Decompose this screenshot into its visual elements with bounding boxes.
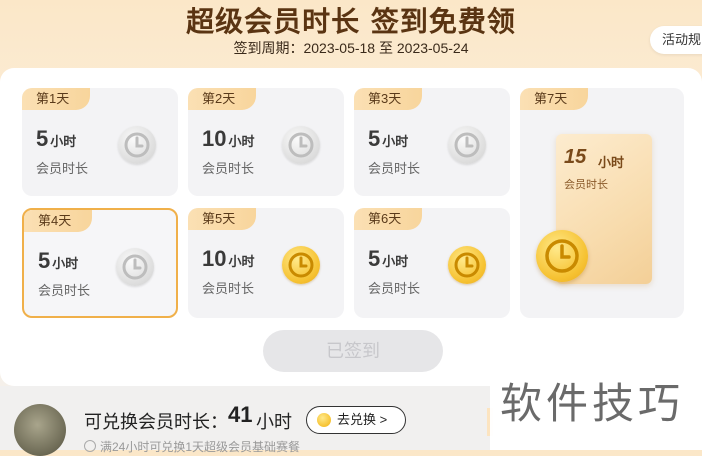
clock-coin-icon xyxy=(536,230,588,282)
day-card-7: 第7天 15 小时 会员时长 xyxy=(520,88,684,318)
reward-description: 会员时长 xyxy=(564,179,608,191)
info-icon xyxy=(84,440,96,452)
day-label: 第5天 xyxy=(188,208,256,230)
checkin-panel: 第1天 5 小时 会员时长 第2天 10 小时 会员时长 第3天 5 小时 会员时长 … xyxy=(0,68,702,386)
reward-description: 会员时长 xyxy=(38,283,91,298)
reward-amount: 5 小时 xyxy=(36,126,77,151)
redeem-value: 41 xyxy=(228,402,253,427)
page-title: 超级会员时长 签到免费领 xyxy=(186,5,516,38)
reward-description: 会员时长 xyxy=(368,161,421,176)
reward-amount: 5 小时 xyxy=(38,248,79,273)
reward-amount: 15 xyxy=(564,146,587,168)
reward-amount: 10 小时 xyxy=(202,246,255,271)
clock-coin-icon xyxy=(118,126,156,164)
reward-description: 会员时长 xyxy=(368,281,421,296)
clock-coin-icon xyxy=(282,126,320,164)
reward-amount: 10 小时 xyxy=(202,126,255,151)
clock-coin-icon xyxy=(282,246,320,284)
day-card-3: 第3天 5 小时 会员时长 xyxy=(354,88,510,196)
day-card-5: 第5天 10 小时 会员时长 xyxy=(188,208,344,318)
day-card-1: 第1天 5 小时 会员时长 xyxy=(22,88,178,196)
redeem-button-label: 去兑换 > xyxy=(337,412,388,427)
clock-coin-icon xyxy=(448,126,486,164)
redeem-unit: 小时 xyxy=(256,412,292,432)
day-label: 第2天 xyxy=(188,88,256,110)
watermark-text: 软件技巧 xyxy=(490,358,702,450)
reward-amount: 5 小时 xyxy=(368,126,409,151)
reward-description: 会员时长 xyxy=(202,161,255,176)
checkin-period: 签到周期：2023-05-18 至 2023-05-24 xyxy=(233,40,469,56)
day-card-4: 第4天 5 小时 会员时长 xyxy=(22,208,178,318)
clock-coin-icon xyxy=(116,248,154,286)
reward-unit: 小时 xyxy=(598,155,625,170)
avatar[interactable] xyxy=(14,404,66,456)
redeem-hint: 满24小时可兑换1天超级会员基础赛餐 xyxy=(84,438,300,455)
reward-amount: 5 小时 xyxy=(368,246,409,271)
coin-icon xyxy=(317,413,331,427)
signed-in-button[interactable]: 已签到 xyxy=(263,330,443,372)
reward-description: 会员时长 xyxy=(202,281,255,296)
redeem-button[interactable]: 去兑换 > xyxy=(306,406,406,434)
day-card-6: 第6天 5 小时 会员时长 xyxy=(354,208,510,318)
day-card-2: 第2天 10 小时 会员时长 xyxy=(188,88,344,196)
day-label: 第1天 xyxy=(22,88,90,110)
header: 超级会员时长 签到免费领 签到周期：2023-05-18 至 2023-05-2… xyxy=(0,0,702,68)
day-label: 第7天 xyxy=(520,88,588,110)
day-label: 第4天 xyxy=(24,210,92,232)
activity-rules-button[interactable]: 活动规 xyxy=(650,26,702,54)
redeem-label: 可兑换会员时长： xyxy=(84,412,228,432)
reward-description: 会员时长 xyxy=(36,161,89,176)
day-label: 第3天 xyxy=(354,88,422,110)
clock-coin-icon xyxy=(448,246,486,284)
day-label: 第6天 xyxy=(354,208,422,230)
